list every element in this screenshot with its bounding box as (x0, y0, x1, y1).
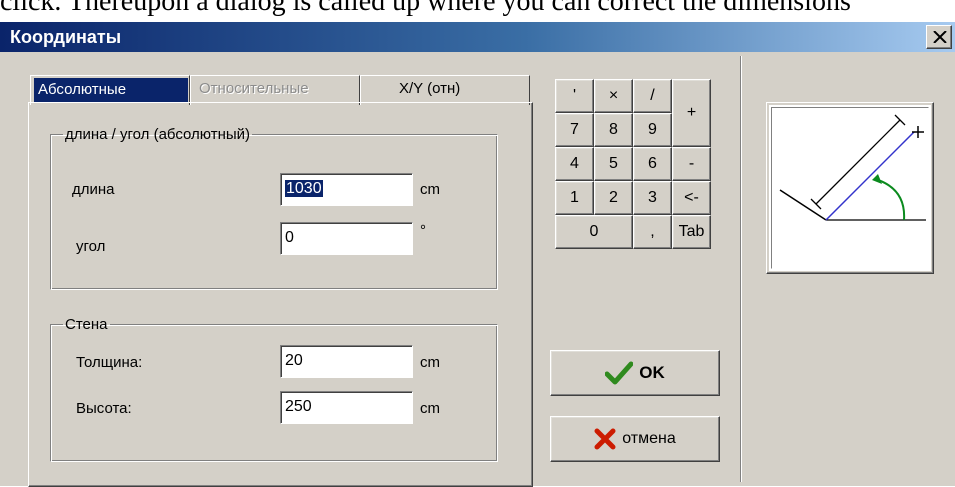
angle-input[interactable]: 0 (280, 222, 413, 255)
thickness-unit: cm (420, 354, 440, 371)
key-comma[interactable]: , (633, 215, 672, 249)
tab-absolute-label: Абсолютные (34, 78, 188, 102)
wall-preview (766, 102, 934, 274)
key-multiply[interactable]: × (594, 79, 633, 113)
ok-button[interactable]: OK (550, 350, 720, 396)
angle-value: 0 (285, 229, 294, 246)
thickness-value: 20 (285, 352, 303, 369)
ok-label: OK (639, 363, 665, 382)
key-5[interactable]: 5 (594, 147, 633, 181)
length-label: длина (72, 181, 115, 198)
height-value: 250 (285, 398, 312, 415)
tab-relative-label: Относительные (199, 80, 309, 97)
key-3[interactable]: 3 (633, 181, 672, 215)
key-divide[interactable]: / (633, 79, 672, 113)
length-angle-legend: длина / угол (абсолютный) (65, 126, 251, 143)
key-0[interactable]: 0 (555, 215, 633, 249)
key-apostrophe[interactable]: ' (555, 79, 594, 113)
key-4[interactable]: 4 (555, 147, 594, 181)
thickness-input[interactable]: 20 (280, 345, 413, 378)
close-button[interactable] (926, 25, 952, 49)
close-icon (933, 31, 947, 43)
wall-legend: Стена (65, 316, 108, 333)
title-bar[interactable]: Координаты (0, 22, 955, 52)
height-unit: cm (420, 400, 440, 417)
key-minus[interactable]: - (672, 147, 711, 181)
thickness-label: Толщина: (76, 354, 143, 371)
key-7[interactable]: 7 (555, 113, 594, 147)
key-tab[interactable]: Tab (672, 215, 711, 249)
key-1[interactable]: 1 (555, 181, 594, 215)
height-input[interactable]: 250 (280, 391, 413, 424)
dialog-window: Координаты Абсолютные Относительные X/Y … (0, 22, 955, 487)
tab-xy-label: X/Y (отн) (399, 80, 461, 97)
key-9[interactable]: 9 (633, 113, 672, 147)
cancel-label: отмена (622, 430, 676, 447)
tab-absolute[interactable]: Абсолютные (30, 75, 190, 105)
cancel-x-icon (594, 428, 616, 450)
wall-angle-diagram (779, 114, 926, 221)
caption-text: click. Thereupon a dialog is called up w… (0, 0, 851, 17)
wall-group: Стена (50, 316, 498, 462)
key-8[interactable]: 8 (594, 113, 633, 147)
checkmark-icon (605, 361, 634, 385)
key-2[interactable]: 2 (594, 181, 633, 215)
length-unit: cm (420, 181, 440, 198)
length-value: 1030 (285, 180, 323, 197)
window-title: Координаты (10, 27, 122, 47)
background-caption: click. Thereupon a dialog is called up w… (0, 0, 955, 22)
cancel-button[interactable]: отмена (550, 416, 720, 462)
length-input[interactable]: 1030 (280, 173, 413, 206)
tab-xy-relative[interactable]: X/Y (отн) (360, 75, 530, 105)
height-label: Высота: (76, 400, 132, 417)
vertical-separator (740, 56, 742, 482)
key-backspace[interactable]: <- (672, 181, 711, 215)
angle-unit: ° (420, 222, 426, 239)
angle-label: угол (76, 238, 106, 255)
key-6[interactable]: 6 (633, 147, 672, 181)
length-angle-group: длина / угол (абсолютный) (50, 126, 498, 290)
key-plus[interactable]: + (672, 79, 711, 147)
tab-relative: Относительные (190, 75, 360, 105)
